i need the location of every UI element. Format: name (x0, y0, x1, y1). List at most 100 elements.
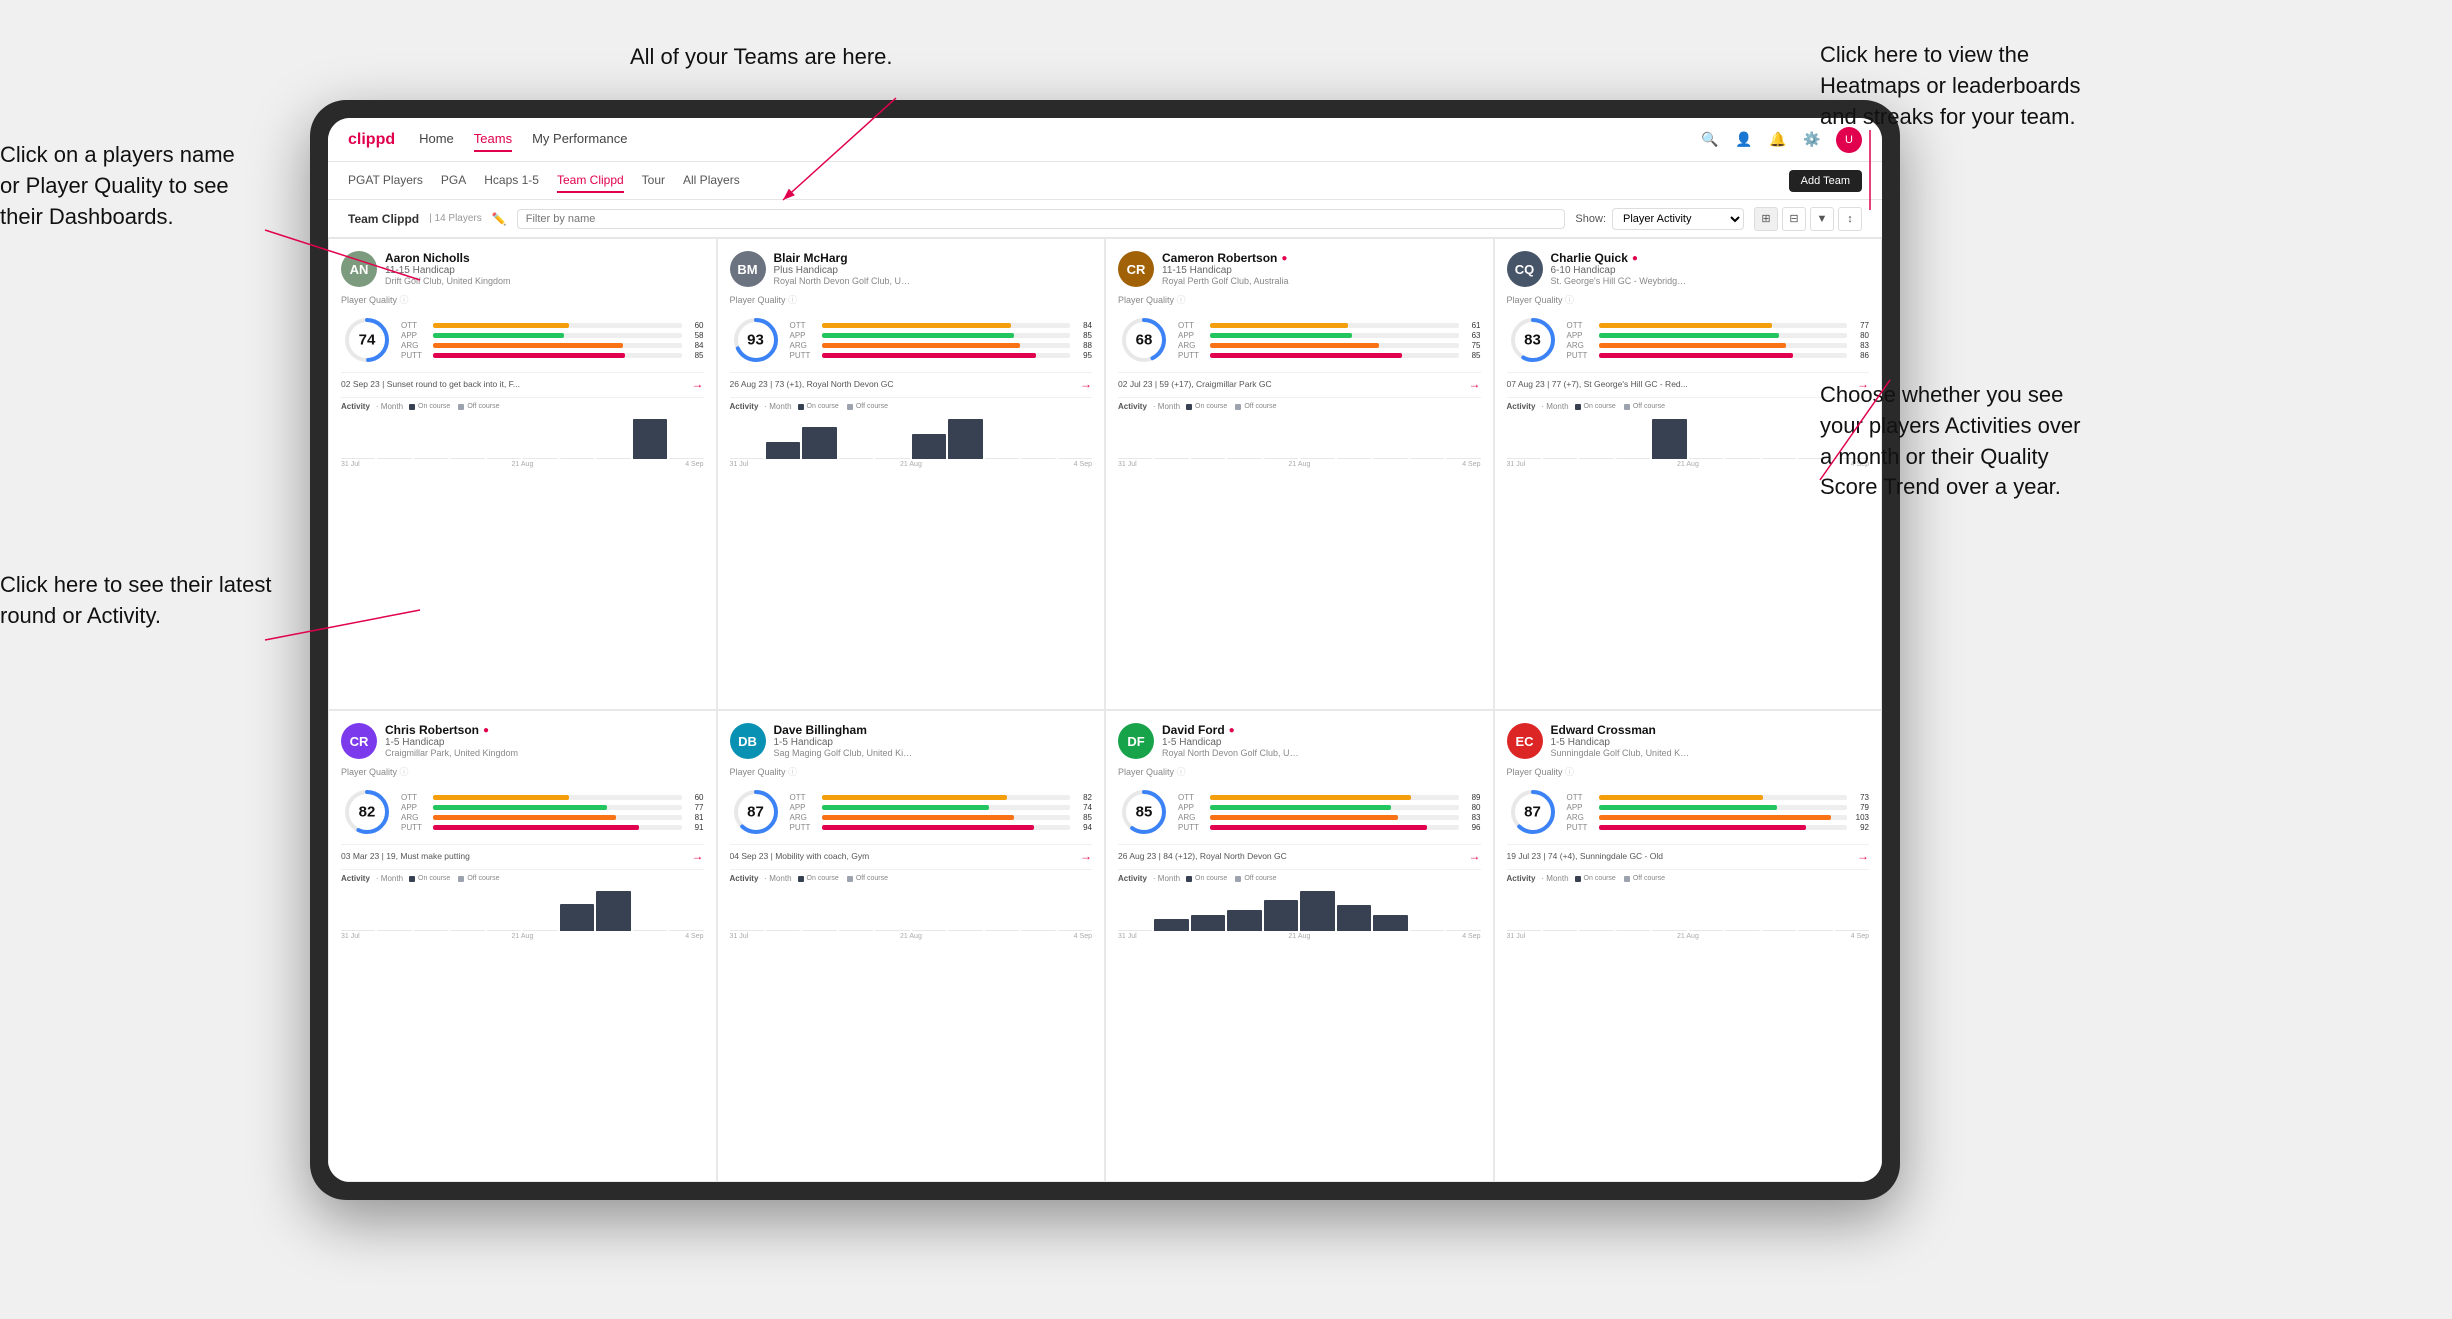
activity-period[interactable]: · Month (764, 874, 791, 883)
activity-legend: On course Off course (1575, 403, 1665, 410)
quality-section[interactable]: 68 OTT 61 APP 63 ARG (1118, 314, 1481, 366)
sort-button[interactable]: ↕ (1838, 207, 1862, 231)
tab-all-players[interactable]: All Players (683, 169, 740, 193)
player-info: Blair McHarg Plus Handicap Royal North D… (774, 251, 1093, 286)
stat-bar-bg (433, 815, 682, 820)
activity-period[interactable]: · Month (376, 402, 403, 411)
latest-round[interactable]: 02 Jul 23 | 59 (+17), Craigmillar Park G… (1118, 372, 1481, 391)
quality-section[interactable]: 87 OTT 73 APP 79 ARG (1507, 786, 1870, 838)
chart-bar (341, 930, 375, 931)
chart-label: 31 Jul (1507, 933, 1526, 940)
stat-label: OTT (790, 793, 818, 802)
quality-section[interactable]: 87 OTT 82 APP 74 ARG (730, 786, 1093, 838)
on-course-legend: On course (1186, 403, 1227, 410)
activity-period[interactable]: · Month (1153, 874, 1180, 883)
chart-bar (730, 930, 764, 931)
quality-section[interactable]: 82 OTT 60 APP 77 ARG (341, 786, 704, 838)
activity-header: Activity · Month On course Off course (1507, 874, 1870, 883)
activity-chart (1118, 886, 1481, 931)
off-course-label: Off course (856, 875, 888, 882)
player-handicap: Plus Handicap (774, 265, 1093, 276)
tab-tour[interactable]: Tour (642, 169, 665, 193)
tab-team-clippd[interactable]: Team Clippd (557, 169, 624, 193)
latest-round[interactable]: 04 Sep 23 | Mobility with coach, Gym → (730, 844, 1093, 863)
activity-chart (341, 886, 704, 931)
on-course-dot (1575, 404, 1581, 410)
search-icon[interactable]: 🔍 (1700, 130, 1720, 150)
player-name[interactable]: Cameron Robertson● (1162, 251, 1481, 265)
activity-chart (730, 414, 1093, 459)
activity-title: Activity (730, 402, 759, 411)
activity-period[interactable]: · Month (1541, 402, 1568, 411)
nav-logo[interactable]: clippd (348, 131, 395, 149)
stat-bar-bg (433, 825, 682, 830)
activity-legend: On course Off course (409, 403, 499, 410)
stat-value: 63 (1463, 331, 1481, 340)
quality-section[interactable]: 74 OTT 60 APP 58 ARG (341, 314, 704, 366)
player-header: EC Edward Crossman 1-5 Handicap Sunningd… (1507, 723, 1870, 759)
tab-pga[interactable]: PGA (441, 169, 466, 193)
quality-label: Player Quality ⓘ (341, 293, 704, 306)
player-name[interactable]: Edward Crossman (1551, 723, 1870, 737)
stat-label: ARG (790, 813, 818, 822)
latest-round[interactable]: 03 Mar 23 | 19, Must make putting → (341, 844, 704, 863)
player-name[interactable]: Blair McHarg (774, 251, 1093, 265)
player-name[interactable]: David Ford● (1162, 723, 1481, 737)
chart-label: 31 Jul (730, 461, 749, 468)
stat-row: OTT 89 (1178, 793, 1481, 802)
stat-bar-fill (1210, 353, 1402, 358)
player-name[interactable]: Aaron Nicholls (385, 251, 704, 265)
list-view-button[interactable]: ⊟ (1782, 207, 1806, 231)
chart-bar (487, 458, 521, 459)
show-dropdown[interactable]: Player Activity Quality Score Trend (1612, 208, 1744, 230)
activity-header: Activity · Month On course Off course (1118, 874, 1481, 883)
stat-label: ARG (1567, 813, 1595, 822)
stat-bar-fill (1599, 333, 1780, 338)
stat-value: 86 (1851, 351, 1869, 360)
chart-bar (1058, 458, 1092, 459)
filter-button[interactable]: ▼ (1810, 207, 1834, 231)
stat-bar-bg (1599, 323, 1848, 328)
activity-period[interactable]: · Month (764, 402, 791, 411)
player-name[interactable]: Charlie Quick● (1551, 251, 1870, 265)
player-name[interactable]: Chris Robertson● (385, 723, 704, 737)
nav-link-performance[interactable]: My Performance (532, 127, 627, 152)
stat-label: OTT (1567, 793, 1595, 802)
activity-period[interactable]: · Month (1153, 402, 1180, 411)
quality-circle: 93 (730, 314, 782, 366)
chart-bar (730, 458, 764, 459)
activity-period[interactable]: · Month (1541, 874, 1568, 883)
quality-section[interactable]: 83 OTT 77 APP 80 ARG (1507, 314, 1870, 366)
stat-row: APP 77 (401, 803, 704, 812)
grid-view-button[interactable]: ⊞ (1754, 207, 1778, 231)
chart-bar (1337, 905, 1371, 931)
stat-value: 79 (1851, 803, 1869, 812)
bell-icon[interactable]: 🔔 (1768, 130, 1788, 150)
chart-label: 21 Aug (512, 933, 534, 940)
stat-row: PUTT 86 (1567, 351, 1870, 360)
player-name[interactable]: Dave Billingham (774, 723, 1093, 737)
stat-bar-bg (433, 323, 682, 328)
quality-section[interactable]: 85 OTT 89 APP 80 ARG (1118, 786, 1481, 838)
stat-value: 85 (1074, 813, 1092, 822)
stat-value: 83 (1851, 341, 1869, 350)
search-input[interactable] (517, 209, 1566, 229)
chart-bar (596, 458, 630, 459)
tab-hcaps[interactable]: Hcaps 1-5 (484, 169, 539, 193)
latest-round[interactable]: 19 Jul 23 | 74 (+4), Sunningdale GC - Ol… (1507, 844, 1870, 863)
settings-icon[interactable]: ⚙️ (1802, 130, 1822, 150)
quality-section[interactable]: 93 OTT 84 APP 85 ARG (730, 314, 1093, 366)
nav-link-teams[interactable]: Teams (474, 127, 512, 152)
latest-round[interactable]: 07 Aug 23 | 77 (+7), St George's Hill GC… (1507, 372, 1870, 391)
tab-pgat-players[interactable]: PGAT Players (348, 169, 423, 193)
activity-period[interactable]: · Month (376, 874, 403, 883)
activity-legend: On course Off course (1186, 403, 1276, 410)
profile-icon[interactable]: 👤 (1734, 130, 1754, 150)
latest-round[interactable]: 26 Aug 23 | 73 (+1), Royal North Devon G… (730, 372, 1093, 391)
latest-round[interactable]: 02 Sep 23 | Sunset round to get back int… (341, 372, 704, 391)
stat-label: PUTT (790, 351, 818, 360)
edit-icon[interactable]: ✏️ (492, 212, 507, 226)
add-team-button[interactable]: Add Team (1789, 170, 1862, 192)
nav-link-home[interactable]: Home (419, 127, 454, 152)
latest-round[interactable]: 26 Aug 23 | 84 (+12), Royal North Devon … (1118, 844, 1481, 863)
